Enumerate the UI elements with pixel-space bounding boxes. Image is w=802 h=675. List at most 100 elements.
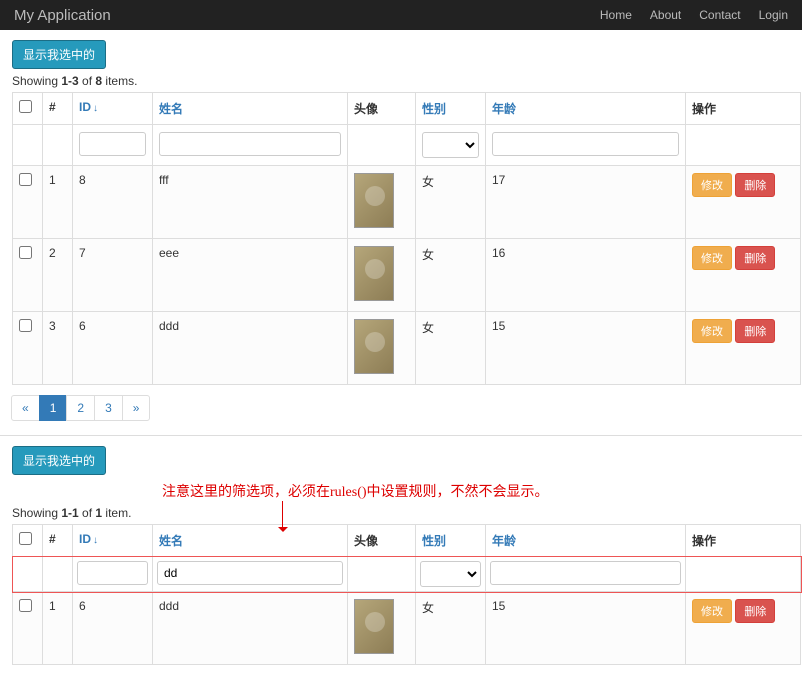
cell-id: 8	[73, 166, 153, 239]
avatar-image	[354, 246, 394, 301]
cell-id: 7	[73, 239, 153, 312]
avatar-image	[354, 173, 394, 228]
page-prev[interactable]: «	[11, 395, 40, 421]
page-3[interactable]: 3	[94, 395, 123, 421]
grid1-header-age[interactable]: 年龄	[486, 93, 686, 125]
grid1-body: 18fff女17修改 删除27eee女16修改 删除36ddd女15修改 删除	[13, 166, 801, 385]
table-row: 27eee 女16修改 删除	[13, 239, 801, 312]
show-selected-button[interactable]: 显示我选中的	[12, 40, 106, 69]
grid2-section: 显示我选中的 注意这里的筛选项，必须在rules()中设置规则，不然不会显示。 …	[0, 436, 802, 675]
select-all-checkbox-2[interactable]	[19, 532, 32, 545]
nav-home[interactable]: Home	[600, 8, 632, 22]
cell-age: 17	[486, 166, 686, 239]
grid2-header-name[interactable]: 姓名	[153, 525, 348, 557]
filter-age-input-2[interactable]	[490, 561, 681, 585]
navbar-links: Home About Contact Login	[600, 8, 788, 22]
cell-actions: 修改 删除	[686, 312, 801, 385]
cell-name: ddd	[153, 592, 348, 665]
cell-gender: 女	[416, 239, 486, 312]
grid1-pagination: «123»	[12, 395, 790, 421]
grid2-header-gender[interactable]: 性别	[416, 525, 486, 557]
grid2-header-select-all	[13, 525, 43, 557]
sort-name-link[interactable]: 姓名	[159, 102, 183, 116]
cell-index: 2	[43, 239, 73, 312]
page-2[interactable]: 2	[66, 395, 95, 421]
cell-gender: 女	[416, 592, 486, 665]
cell-avatar	[348, 166, 416, 239]
sort-name-link-2[interactable]: 姓名	[159, 534, 183, 548]
filter-age-input[interactable]	[492, 132, 679, 156]
sort-gender-link-2[interactable]: 性别	[422, 534, 446, 548]
cell-gender: 女	[416, 312, 486, 385]
cell-age: 15	[486, 312, 686, 385]
grid2-header-index: #	[43, 525, 73, 557]
grid2-header-id[interactable]: ID	[73, 525, 153, 557]
cell-name: eee	[153, 239, 348, 312]
sort-age-link[interactable]: 年龄	[492, 102, 516, 116]
cell-actions: 修改 删除	[686, 592, 801, 665]
edit-button[interactable]: 修改	[692, 599, 732, 623]
edit-button[interactable]: 修改	[692, 319, 732, 343]
delete-button[interactable]: 删除	[735, 599, 775, 623]
cell-index: 1	[43, 592, 73, 665]
page-next[interactable]: »	[122, 395, 151, 421]
cell-index: 1	[43, 166, 73, 239]
delete-button[interactable]: 删除	[735, 319, 775, 343]
filter-id-input[interactable]	[79, 132, 146, 156]
sort-gender-link[interactable]: 性别	[422, 102, 446, 116]
edit-button[interactable]: 修改	[692, 246, 732, 270]
app-brand: My Application	[14, 7, 111, 24]
grid1-header-id[interactable]: ID	[73, 93, 153, 125]
row-checkbox[interactable]	[19, 246, 32, 259]
filter-id-input-2[interactable]	[77, 561, 148, 585]
row-checkbox[interactable]	[19, 599, 32, 612]
show-selected-button-2[interactable]: 显示我选中的	[12, 446, 106, 475]
table-row: 18fff 女17修改 删除	[13, 166, 801, 239]
grid1-summary: Showing 1-3 of 8 items.	[12, 74, 790, 88]
summary-prefix: Showing	[12, 74, 61, 88]
filter-gender-select-2[interactable]	[420, 561, 481, 587]
grid1-header-select-all	[13, 93, 43, 125]
row-checkbox[interactable]	[19, 173, 32, 186]
cell-gender: 女	[416, 166, 486, 239]
grid1-header-index: #	[43, 93, 73, 125]
delete-button[interactable]: 删除	[735, 173, 775, 197]
grid2-header-ops: 操作	[686, 525, 801, 557]
sort-id-link-2[interactable]: ID	[79, 532, 98, 546]
edit-button[interactable]: 修改	[692, 173, 732, 197]
nav-login[interactable]: Login	[759, 8, 788, 22]
summary-mid: of	[79, 506, 96, 520]
summary-suffix: item.	[102, 506, 131, 520]
summary-prefix: Showing	[12, 506, 61, 520]
select-all-checkbox[interactable]	[19, 100, 32, 113]
grid1-header-ops: 操作	[686, 93, 801, 125]
cell-name: fff	[153, 166, 348, 239]
summary-range: 1-3	[61, 74, 78, 88]
page-1[interactable]: 1	[39, 395, 68, 421]
filter-name-input[interactable]	[159, 132, 341, 156]
summary-range: 1-1	[61, 506, 78, 520]
nav-about[interactable]: About	[650, 8, 681, 22]
delete-button[interactable]: 删除	[735, 246, 775, 270]
grid1-header-gender[interactable]: 性别	[416, 93, 486, 125]
sort-id-link[interactable]: ID	[79, 100, 98, 114]
cell-name: ddd	[153, 312, 348, 385]
cell-avatar	[348, 239, 416, 312]
grid2-summary: Showing 1-1 of 1 item.	[12, 506, 790, 520]
grid2-header-age[interactable]: 年龄	[486, 525, 686, 557]
grid1-header-name[interactable]: 姓名	[153, 93, 348, 125]
row-checkbox[interactable]	[19, 319, 32, 332]
filter-gender-select[interactable]	[422, 132, 479, 158]
grid1-header-avatar: 头像	[348, 93, 416, 125]
sort-age-link-2[interactable]: 年龄	[492, 534, 516, 548]
nav-contact[interactable]: Contact	[699, 8, 740, 22]
grid2-body: 16ddd女15修改 删除	[13, 592, 801, 665]
cell-index: 3	[43, 312, 73, 385]
table-row: 36ddd女15修改 删除	[13, 312, 801, 385]
cell-actions: 修改 删除	[686, 239, 801, 312]
cell-id: 6	[73, 592, 153, 665]
arrow-down-icon	[282, 501, 283, 531]
filter-name-input-2[interactable]	[157, 561, 343, 585]
cell-age: 16	[486, 239, 686, 312]
cell-avatar	[348, 312, 416, 385]
